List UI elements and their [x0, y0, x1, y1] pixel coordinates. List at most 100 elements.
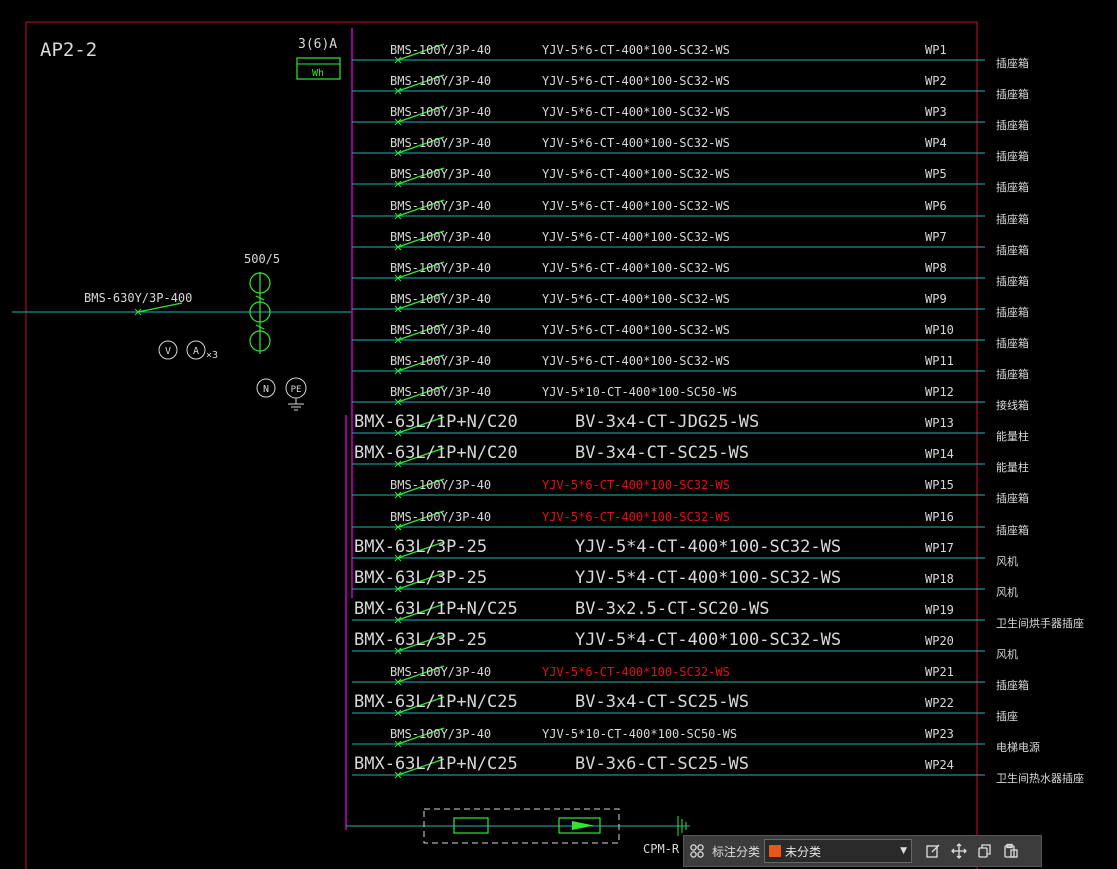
- load-label: 插座箱: [996, 149, 1029, 163]
- circuit-id-label: WP5: [925, 167, 947, 181]
- load-label: 插座箱: [996, 118, 1029, 132]
- circuit-id-label: WP15: [925, 478, 954, 492]
- cable-label: BV-3x4-CT-SC25-WS: [575, 443, 749, 463]
- move-icon[interactable]: [946, 838, 972, 864]
- load-label: 插座: [996, 709, 1018, 723]
- load-label: 插座箱: [996, 274, 1029, 288]
- circuit-id-label: WP11: [925, 354, 954, 368]
- circuit-wp23: BMS-100Y/3P-40 YJV-5*10-CT-400*100-SC50-W…: [352, 727, 1040, 754]
- circuit-wp7: BMS-100Y/3P-40 YJV-5*6-CT-400*100-SC32-WS…: [352, 230, 1029, 257]
- cable-label: YJV-5*6-CT-400*100-SC32-WS: [542, 167, 730, 181]
- cable-label: YJV-5*6-CT-400*100-SC32-WS: [542, 74, 730, 88]
- breaker-label: BMS-100Y/3P-40: [390, 478, 491, 492]
- svg-text:PE: PE: [291, 385, 302, 395]
- cable-label: YJV-5*6-CT-400*100-SC32-WS: [542, 261, 730, 275]
- breaker-label: BMX-63L/3P-25: [354, 568, 487, 588]
- circuit-id-label: WP22: [925, 696, 954, 710]
- cable-label: YJV-5*4-CT-400*100-SC32-WS: [575, 630, 841, 650]
- breaker-label: BMX-63L/1P+N/C25: [354, 692, 518, 712]
- energy-meter-icon: Wh: [296, 57, 341, 80]
- load-label: 插座箱: [996, 56, 1029, 70]
- svg-text:N: N: [263, 384, 269, 395]
- cable-label: YJV-5*6-CT-400*100-SC32-WS: [542, 105, 730, 119]
- circuit-wp10: BMS-100Y/3P-40 YJV-5*6-CT-400*100-SC32-WS…: [352, 323, 1029, 350]
- circuit-wp14: BMX-63L/1P+N/C20 BV-3x4-CT-SC25-WS WP14 能量柱: [352, 443, 1029, 474]
- circuit-id-label: WP17: [925, 541, 954, 555]
- annotation-category-select[interactable]: 未分类 ▼: [764, 839, 913, 863]
- circuit-wp21: BMS-100Y/3P-40 YJV-5*6-CT-400*100-SC32-WS…: [352, 665, 1029, 692]
- circuit-id-label: WP24: [925, 758, 954, 772]
- circuit-wp17: BMX-63L/3P-25 YJV-5*4-CT-400*100-SC32-WS W…: [352, 537, 1018, 568]
- breaker-label: BMS-100Y/3P-40: [390, 727, 491, 741]
- load-label: 插座箱: [996, 180, 1029, 194]
- load-label: 能量柱: [996, 460, 1029, 474]
- ammeter-icon: A: [186, 340, 206, 360]
- breaker-label: BMX-63L/1P+N/C20: [354, 412, 518, 432]
- annotation-category-label: 标注分类: [712, 844, 761, 859]
- load-label: 卫生间烘手器插座: [996, 616, 1084, 630]
- load-label: 卫生间热水器插座: [996, 771, 1084, 785]
- cable-label: YJV-5*4-CT-400*100-SC32-WS: [575, 568, 841, 588]
- circuit-id-label: WP9: [925, 292, 947, 306]
- circuit-id-label: WP7: [925, 230, 947, 244]
- circuit-wp13: BMX-63L/1P+N/C20 BV-3x4-CT-JDG25-WS WP13 能量…: [352, 412, 1029, 443]
- paste-icon[interactable]: [998, 838, 1024, 864]
- circuit-id-label: WP3: [925, 105, 947, 119]
- breaker-label: BMS-100Y/3P-40: [390, 385, 491, 399]
- load-label: 插座箱: [996, 212, 1029, 226]
- cable-label: YJV-5*6-CT-400*100-SC32-WS: [542, 43, 730, 57]
- breaker-label: BMS-100Y/3P-40: [390, 74, 491, 88]
- cable-label: BV-3x6-CT-SC25-WS: [575, 754, 749, 774]
- circuit-id-label: WP6: [925, 199, 947, 213]
- cable-label: YJV-5*6-CT-400*100-SC32-WS: [542, 230, 730, 244]
- circuit-id-label: WP8: [925, 261, 947, 275]
- circuit-id-label: WP2: [925, 74, 947, 88]
- cable-label: BV-3x2.5-CT-SC20-WS: [575, 599, 769, 619]
- circuit-id-label: WP1: [925, 43, 947, 57]
- spd-label: CPM-R: [643, 842, 680, 856]
- cable-label: YJV-5*6-CT-400*100-SC32-WS: [542, 510, 730, 524]
- breaker-label: BMS-100Y/3P-40: [390, 292, 491, 306]
- cable-label: YJV-5*10-CT-400*100-SC50-WS: [542, 727, 737, 741]
- cable-label: YJV-5*6-CT-400*100-SC32-WS: [542, 354, 730, 368]
- circuit-id-label: WP14: [925, 447, 954, 461]
- circuit-wp12: BMS-100Y/3P-40 YJV-5*10-CT-400*100-SC50-W…: [352, 385, 1029, 412]
- breaker-label: BMS-100Y/3P-40: [390, 230, 491, 244]
- svg-text:A: A: [193, 346, 199, 357]
- circuit-wp6: BMS-100Y/3P-40 YJV-5*6-CT-400*100-SC32-WS…: [352, 199, 1029, 226]
- circuit-wp4: BMS-100Y/3P-40 YJV-5*6-CT-400*100-SC32-WS…: [352, 136, 1029, 163]
- load-label: 插座箱: [996, 367, 1029, 381]
- main-breaker-label: BMS-630Y/3P-400: [84, 291, 192, 305]
- circuit-wp16: BMS-100Y/3P-40 YJV-5*6-CT-400*100-SC32-WS…: [352, 510, 1029, 537]
- copy-icon[interactable]: [972, 838, 998, 864]
- breaker-label: BMS-100Y/3P-40: [390, 665, 491, 679]
- cable-label: YJV-5*6-CT-400*100-SC32-WS: [542, 665, 730, 679]
- breaker-label: BMS-100Y/3P-40: [390, 136, 491, 150]
- chevron-down-icon: ▼: [900, 846, 908, 856]
- breaker-label: BMS-100Y/3P-40: [390, 167, 491, 181]
- breaker-label: BMX-63L/1P+N/C20: [354, 443, 518, 463]
- circuit-id-label: WP18: [925, 572, 954, 586]
- breaker-label: BMS-100Y/3P-40: [390, 323, 491, 337]
- earth-terminal-icon: PE: [285, 377, 307, 411]
- grid-icon[interactable]: [684, 838, 710, 864]
- cable-label: BV-3x4-CT-JDG25-WS: [575, 412, 759, 432]
- current-transformer-group: [249, 272, 271, 354]
- circuit-wp8: BMS-100Y/3P-40 YJV-5*6-CT-400*100-SC32-WS…: [352, 261, 1029, 288]
- breaker-label: BMS-100Y/3P-40: [390, 105, 491, 119]
- circuit-wp18: BMX-63L/3P-25 YJV-5*4-CT-400*100-SC32-WS W…: [352, 568, 1018, 599]
- circuit-wp11: BMS-100Y/3P-40 YJV-5*6-CT-400*100-SC32-WS…: [352, 354, 1029, 381]
- breaker-label: BMS-100Y/3P-40: [390, 510, 491, 524]
- cable-label: YJV-5*6-CT-400*100-SC32-WS: [542, 199, 730, 213]
- load-label: 接线箱: [996, 398, 1029, 412]
- circuit-id-label: WP20: [925, 634, 954, 648]
- breaker-label: BMX-63L/3P-25: [354, 630, 487, 650]
- edit-icon[interactable]: [920, 838, 946, 864]
- cable-label: YJV-5*6-CT-400*100-SC32-WS: [542, 292, 730, 306]
- breaker-label: BMS-100Y/3P-40: [390, 43, 491, 57]
- load-label: 风机: [996, 554, 1018, 568]
- load-label: 能量柱: [996, 429, 1029, 443]
- load-label: 插座箱: [996, 305, 1029, 319]
- load-label: 插座箱: [996, 678, 1029, 692]
- cable-label: BV-3x4-CT-SC25-WS: [575, 692, 749, 712]
